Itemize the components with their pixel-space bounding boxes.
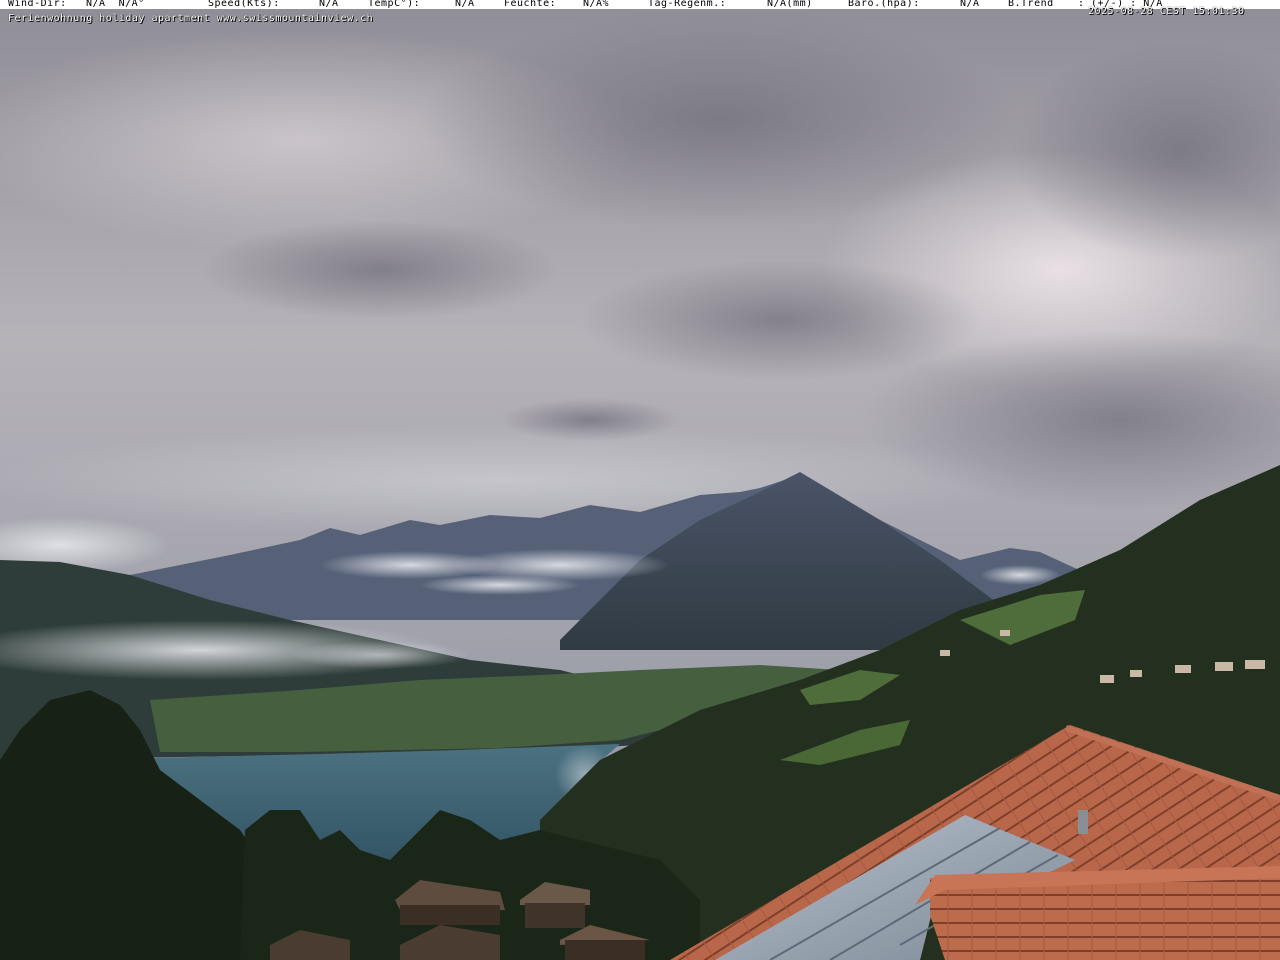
wind-dir-value: N/A N/A° — [86, 0, 145, 9]
rain-label: Tag-Regenm.: — [648, 0, 727, 9]
temp-value: N/A — [455, 0, 475, 9]
cloud-mist — [420, 575, 580, 595]
humidity-value: N/A% — [583, 0, 610, 9]
baro-value: N/A — [960, 0, 980, 9]
cloud-dark — [420, 10, 1020, 230]
caption: Ferienwohnung holiday apartment www.swis… — [8, 13, 374, 24]
webcam-landscape-photo — [0, 0, 1280, 960]
baro-trend-label: B.Trend — [1008, 0, 1054, 9]
temp-label: TempC°): — [368, 0, 421, 9]
wind-dir-label: Wind-Dir: — [8, 0, 67, 9]
cloud-dark — [200, 220, 560, 320]
speed-value: N/A — [319, 0, 339, 9]
baro-label: Baro.(hpa): — [848, 0, 920, 9]
timestamp: 2025-08-28 CEST 15:01:30 — [1088, 6, 1245, 17]
cloud-mist-low — [290, 641, 470, 669]
cloud-dark — [580, 260, 980, 380]
roof-vent — [1078, 810, 1088, 834]
speed-label: Speed(Kts): — [208, 0, 280, 9]
rain-value: N/A(mm) — [767, 0, 813, 9]
humidity-label: Feuchte: — [504, 0, 557, 9]
